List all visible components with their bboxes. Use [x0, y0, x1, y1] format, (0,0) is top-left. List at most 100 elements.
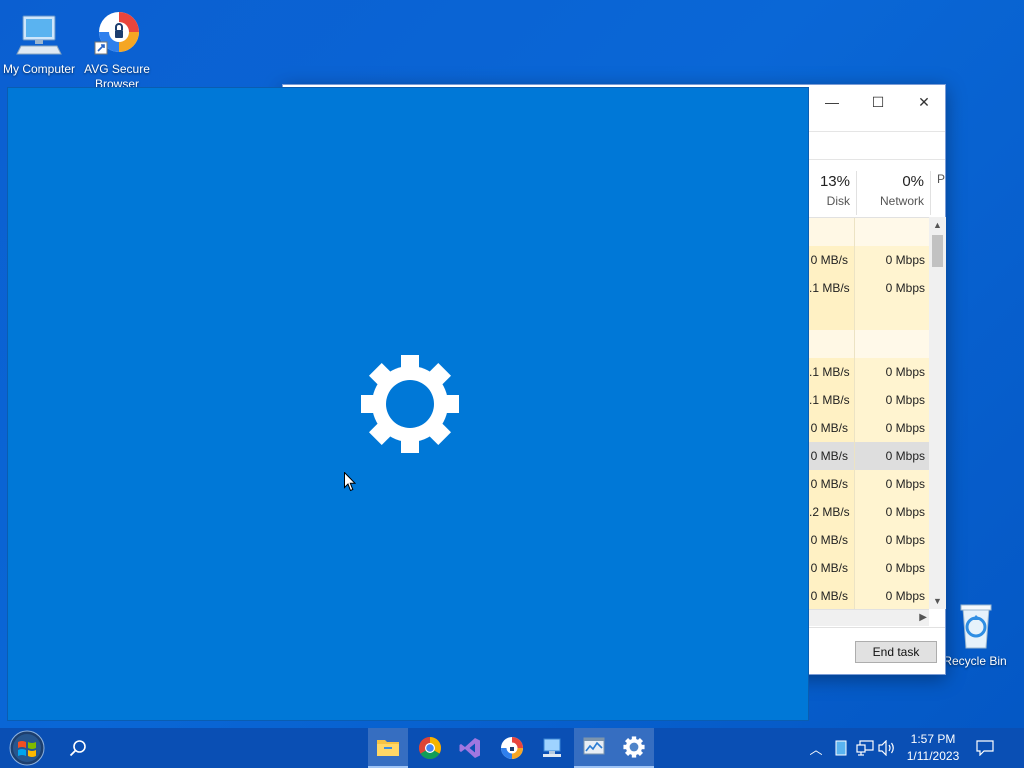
disk-cell [809, 302, 855, 330]
table-row[interactable]: .1 MB/s 0 Mbps [809, 386, 929, 414]
desktop-icon-recycle-bin[interactable]: Recycle Bin [936, 602, 1014, 669]
disk-cell: .2 MB/s [809, 498, 855, 526]
network-cell: 0 Mbps [855, 414, 929, 442]
table-row[interactable]: 0 MB/s 0 Mbps [809, 526, 929, 554]
close-icon: ✕ [918, 94, 930, 110]
notification-icon [976, 740, 994, 756]
disk-cell: 0 MB/s [809, 582, 855, 609]
disk-percent: 13% [819, 173, 850, 190]
desktop-icon-my-computer[interactable]: My Computer [0, 10, 78, 77]
taskbar-chrome[interactable] [410, 728, 450, 768]
tablet-icon [835, 740, 847, 756]
table-row[interactable]: 0 MB/s 0 Mbps [809, 470, 929, 498]
tray-network[interactable] [855, 728, 875, 768]
column-header-power[interactable]: P [931, 171, 945, 215]
search-button[interactable] [58, 728, 98, 768]
network-cell: 0 Mbps [855, 498, 929, 526]
minimize-icon: — [825, 94, 839, 110]
disk-cell: 0 MB/s [809, 246, 855, 274]
scroll-up-icon[interactable]: ▲ [929, 217, 946, 233]
table-row[interactable] [809, 218, 929, 246]
column-header-disk[interactable]: 13% Disk [809, 171, 857, 215]
taskbar-clock[interactable]: 1:57 PM 1/11/2023 [896, 731, 970, 765]
network-cell: 0 Mbps [855, 246, 929, 274]
power-label: P [937, 172, 946, 186]
desktop-icon-label: Recycle Bin [943, 654, 1007, 668]
start-button[interactable] [6, 728, 48, 768]
settings-icon [623, 736, 645, 758]
network-cell: 0 Mbps [855, 442, 929, 470]
network-cell: 0 Mbps [855, 582, 929, 609]
search-icon [69, 740, 86, 757]
disk-cell: 0 MB/s [809, 470, 855, 498]
recycle-bin-icon [951, 602, 999, 650]
network-label: Network [879, 194, 924, 208]
close-button[interactable]: ✕ [901, 89, 947, 117]
disk-label: Disk [826, 194, 850, 208]
table-row[interactable]: 0 MB/s 0 Mbps [809, 414, 929, 442]
horizontal-scrollbar[interactable]: ▶ [809, 609, 929, 626]
network-cell: 0 Mbps [855, 554, 929, 582]
disk-cell: .1 MB/s [809, 358, 855, 386]
tray-volume[interactable] [877, 728, 897, 768]
file-explorer-icon [377, 740, 399, 756]
minimize-button[interactable]: — [809, 89, 855, 117]
taskbar-settings[interactable] [614, 728, 654, 768]
computer-icon [15, 10, 63, 58]
table-row[interactable] [809, 302, 929, 330]
disk-cell: 0 MB/s [809, 442, 855, 470]
scroll-right-icon[interactable]: ▶ [919, 610, 927, 626]
task-manager-icon [583, 737, 605, 755]
taskbar-visual-studio[interactable] [450, 728, 490, 768]
network-cell [855, 302, 929, 330]
table-row[interactable]: .1 MB/s 0 Mbps [809, 358, 929, 386]
volume-icon [878, 740, 894, 756]
chevron-up-icon: ︿ [809, 741, 823, 757]
taskbar-pc[interactable] [532, 728, 572, 768]
table-row[interactable] [809, 330, 929, 358]
disk-cell: 0 MB/s [809, 414, 855, 442]
taskbar-avg-browser[interactable] [492, 728, 532, 768]
taskbar-file-explorer[interactable] [368, 728, 408, 768]
disk-cell [809, 218, 855, 246]
disk-cell: .1 MB/s [809, 386, 855, 414]
visual-studio-icon [459, 738, 480, 758]
chrome-icon [419, 737, 441, 759]
maximize-button[interactable]: ☐ [855, 89, 901, 117]
column-header-network[interactable]: 0% Network [857, 171, 931, 215]
tray-app-icon[interactable] [832, 728, 850, 768]
windows-start-orb-icon [9, 730, 45, 766]
disk-cell: .1 MB/s [809, 274, 855, 302]
process-table[interactable]: 0 MB/s 0 Mbps .1 MB/s 0 Mbps .1 MB/s 0 Mbps .1… [809, 217, 929, 609]
tray-overflow-chevron[interactable]: ︿ [806, 728, 826, 768]
maximize-icon: ☐ [871, 94, 885, 110]
desktop-icon-avg-browser[interactable]: AVG Secure Browser [78, 10, 156, 92]
table-row[interactable]: .2 MB/s 0 Mbps [809, 498, 929, 526]
table-row[interactable]: .1 MB/s 0 Mbps [809, 274, 929, 302]
mouse-cursor-icon [344, 472, 356, 492]
clock-date: 1/11/2023 [906, 749, 960, 763]
table-row[interactable]: 0 MB/s 0 Mbps [809, 246, 929, 274]
taskbar: ︿ 1:57 PM 1/11/2023 [0, 728, 1024, 768]
table-row[interactable]: 0 MB/s 0 Mbps [809, 582, 929, 609]
avg-browser-icon [93, 10, 141, 58]
network-cell: 0 Mbps [855, 358, 929, 386]
table-row[interactable]: 0 MB/s 0 Mbps [809, 554, 929, 582]
clock-time: 1:57 PM [910, 732, 956, 746]
network-percent: 0% [902, 173, 924, 190]
settings-splash-window[interactable] [7, 87, 809, 721]
network-cell [855, 218, 929, 246]
taskbar-task-manager[interactable] [574, 728, 614, 768]
network-cell: 0 Mbps [855, 470, 929, 498]
scroll-down-icon[interactable]: ▼ [929, 593, 946, 609]
network-icon [856, 740, 874, 756]
vertical-scrollbar[interactable]: ▲ ▼ [929, 217, 946, 609]
table-row[interactable]: 0 MB/s 0 Mbps [809, 442, 929, 470]
network-cell [855, 330, 929, 358]
end-task-button[interactable]: End task [855, 641, 937, 663]
disk-cell: 0 MB/s [809, 554, 855, 582]
action-center-button[interactable] [972, 728, 998, 768]
desktop-icon-label: My Computer [2, 62, 76, 76]
gear-icon [361, 355, 459, 453]
scroll-thumb[interactable] [932, 235, 943, 267]
